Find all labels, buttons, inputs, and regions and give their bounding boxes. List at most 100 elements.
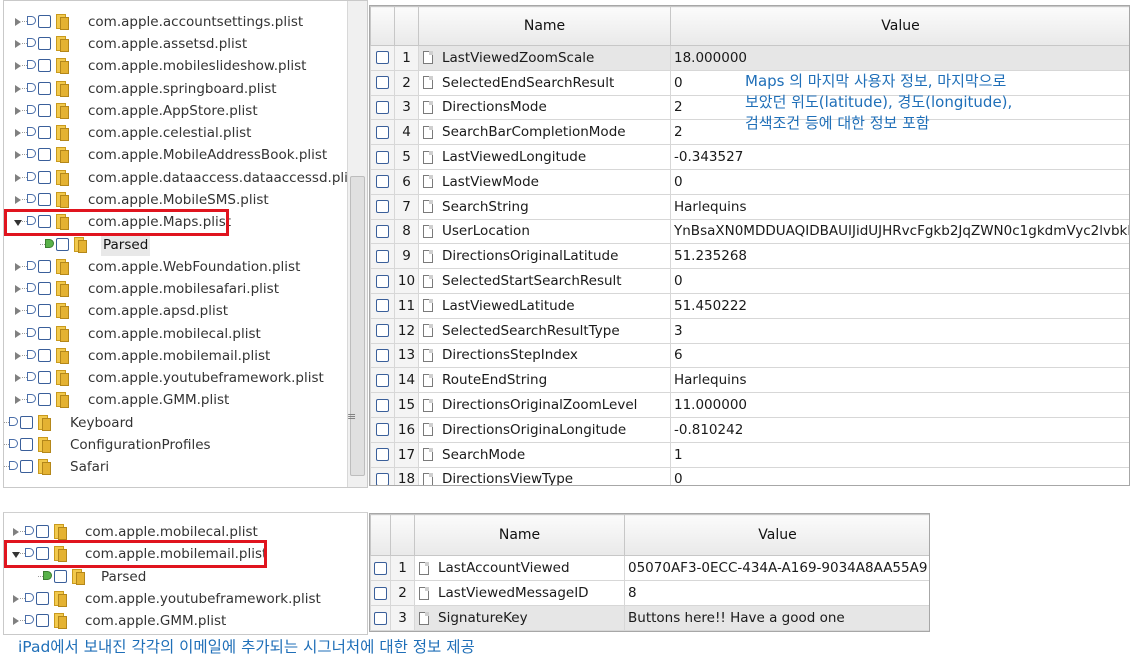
- row-checkbox[interactable]: [376, 448, 389, 462]
- property-name-cell[interactable]: DirectionsStepIndex: [418, 342, 671, 369]
- column-header-name[interactable]: Name: [414, 514, 625, 556]
- tree-item-com-apple-mobileaddressbook-plist[interactable]: com.apple.MobileAddressBook.plist: [4, 144, 344, 166]
- tree-checkbox[interactable]: [38, 371, 51, 384]
- table-row[interactable]: 16 DirectionsOriginaLongitude -0.810242: [370, 416, 1129, 443]
- property-value[interactable]: -0.343527: [670, 144, 1129, 170]
- property-name-cell[interactable]: LastViewMode: [418, 168, 671, 195]
- property-name-cell[interactable]: LastAccountViewed: [414, 555, 625, 581]
- property-value[interactable]: 0: [670, 268, 1129, 294]
- table-row[interactable]: 9 DirectionsOriginalLatitude 51.235268: [370, 243, 1129, 270]
- tree-item-com-apple-mobilecal-plist[interactable]: com.apple.mobilecal.plist: [4, 323, 344, 345]
- property-value[interactable]: 18.000000: [670, 45, 1129, 71]
- property-name-cell[interactable]: SearchMode: [418, 441, 671, 468]
- tree-checkbox[interactable]: [38, 393, 51, 406]
- column-header-name[interactable]: Name: [418, 6, 671, 46]
- row-checkbox[interactable]: [376, 200, 389, 214]
- row-checkbox-cell[interactable]: [370, 243, 395, 270]
- expand-arrow-icon[interactable]: [15, 396, 21, 404]
- table-row[interactable]: 13 DirectionsStepIndex 6: [370, 342, 1129, 369]
- tree-checkbox[interactable]: [38, 82, 51, 95]
- property-value[interactable]: YnBsaXN0MDDUAQIDBAUIJidUJHRvcFgkb2JqZWN0…: [670, 218, 1129, 245]
- row-checkbox[interactable]: [374, 611, 387, 625]
- row-checkbox[interactable]: [376, 398, 389, 412]
- property-value[interactable]: -0.810242: [670, 416, 1129, 443]
- row-checkbox[interactable]: [376, 125, 389, 139]
- tree-item-com-apple-mobilemail-plist[interactable]: com.apple.mobilemail.plist: [4, 345, 344, 367]
- row-checkbox[interactable]: [376, 175, 389, 189]
- row-checkbox-cell[interactable]: [370, 168, 395, 195]
- property-name-cell[interactable]: DirectionsOriginalZoomLevel: [418, 392, 671, 418]
- expand-arrow-icon[interactable]: [15, 151, 21, 159]
- column-header-index[interactable]: [394, 6, 419, 46]
- tree-item-com-apple-mobilesms-plist[interactable]: com.apple.MobileSMS.plist: [4, 189, 344, 211]
- table-row[interactable]: 11 LastViewedLatitude 51.450222: [370, 292, 1129, 319]
- property-name-cell[interactable]: DirectionsMode: [418, 94, 671, 121]
- tree-checkbox[interactable]: [36, 614, 49, 627]
- top-tree-panel[interactable]: com.apple.accountsettings.plist com.apple…: [3, 0, 368, 488]
- tree-checkbox[interactable]: [38, 37, 51, 50]
- tree-item-com-apple-dataaccess-dataaccessd-plist[interactable]: com.apple.dataaccess.dataaccessd.plist: [4, 167, 360, 189]
- column-header-index[interactable]: [390, 514, 415, 556]
- tree-item-safari[interactable]: Safari: [4, 456, 344, 478]
- row-checkbox-cell[interactable]: [370, 119, 395, 146]
- tree-item-keyboard[interactable]: Keyboard: [4, 412, 344, 434]
- row-checkbox-cell[interactable]: [370, 580, 391, 606]
- row-checkbox-cell[interactable]: [370, 392, 395, 418]
- tree-item-parsed[interactable]: Parsed: [4, 566, 344, 588]
- property-name-cell[interactable]: SelectedStartSearchResult: [418, 268, 671, 294]
- property-name-cell[interactable]: SelectedSearchResultType: [418, 317, 671, 344]
- tree-checkbox[interactable]: [38, 304, 51, 317]
- property-name-cell[interactable]: LastViewedMessageID: [414, 580, 625, 606]
- tree-checkbox[interactable]: [38, 171, 51, 184]
- splitter-grip-icon[interactable]: ≡: [347, 410, 356, 423]
- expand-arrow-icon[interactable]: [15, 285, 21, 293]
- column-header-checkbox[interactable]: [370, 514, 391, 556]
- row-checkbox-cell[interactable]: [370, 416, 395, 443]
- tree-checkbox[interactable]: [38, 59, 51, 72]
- row-checkbox[interactable]: [376, 348, 389, 362]
- row-checkbox[interactable]: [376, 150, 389, 164]
- row-checkbox-cell[interactable]: [370, 144, 395, 170]
- row-checkbox-cell[interactable]: [370, 317, 395, 344]
- expand-arrow-icon[interactable]: [15, 196, 21, 204]
- tree-item-parsed[interactable]: Parsed: [4, 234, 344, 256]
- row-checkbox[interactable]: [374, 586, 387, 600]
- property-value[interactable]: 51.450222: [670, 292, 1129, 319]
- table-row[interactable]: 2 LastViewedMessageID 8: [370, 580, 929, 606]
- tree-checkbox[interactable]: [38, 193, 51, 206]
- property-name-cell[interactable]: DirectionsViewType: [418, 466, 671, 485]
- property-name-cell[interactable]: RouteEndString: [418, 367, 671, 394]
- row-checkbox-cell[interactable]: [370, 605, 391, 631]
- property-name-cell[interactable]: LastViewedLatitude: [418, 292, 671, 319]
- table-row[interactable]: 5 LastViewedLongitude -0.343527: [370, 144, 1129, 170]
- tree-checkbox[interactable]: [38, 327, 51, 340]
- tree-checkbox[interactable]: [56, 238, 69, 251]
- bottom-tree-panel[interactable]: com.apple.mobilecal.plist com.apple.mobil…: [3, 512, 368, 635]
- tree-item-com-apple-mobilesafari-plist[interactable]: com.apple.mobilesafari.plist: [4, 278, 344, 300]
- table-row[interactable]: 10 SelectedStartSearchResult 0: [370, 268, 1129, 294]
- property-name-cell[interactable]: UserLocation: [418, 218, 671, 245]
- table-row[interactable]: 6 LastViewMode 0: [370, 168, 1129, 195]
- property-name-cell[interactable]: LastViewedLongitude: [418, 144, 671, 170]
- table-row[interactable]: 3 SignatureKey Buttons here!! Have a good …: [370, 605, 929, 631]
- tree-item-com-apple-gmm-plist[interactable]: com.apple.GMM.plist: [4, 610, 344, 632]
- row-checkbox[interactable]: [376, 100, 389, 114]
- expand-arrow-icon[interactable]: [15, 307, 21, 315]
- expand-arrow-icon[interactable]: [15, 174, 21, 182]
- row-checkbox[interactable]: [376, 274, 389, 288]
- tree-checkbox[interactable]: [20, 438, 33, 451]
- expand-arrow-icon[interactable]: [15, 85, 21, 93]
- property-value[interactable]: 0: [670, 168, 1129, 195]
- row-checkbox[interactable]: [376, 423, 389, 437]
- tree-item-com-apple-appstore-plist[interactable]: com.apple.AppStore.plist: [4, 100, 344, 122]
- tree-checkbox[interactable]: [38, 148, 51, 161]
- table-row[interactable]: 1 LastAccountViewed 05070AF3-0ECC-434A-A16…: [370, 555, 929, 581]
- expand-arrow-icon[interactable]: [15, 40, 21, 48]
- scrollbar-thumb[interactable]: [350, 176, 365, 476]
- row-checkbox[interactable]: [376, 51, 389, 65]
- row-checkbox[interactable]: [374, 561, 387, 575]
- column-header-checkbox[interactable]: [370, 6, 395, 46]
- row-checkbox[interactable]: [376, 76, 389, 90]
- row-checkbox-cell[interactable]: [370, 441, 395, 468]
- row-checkbox-cell[interactable]: [370, 45, 395, 71]
